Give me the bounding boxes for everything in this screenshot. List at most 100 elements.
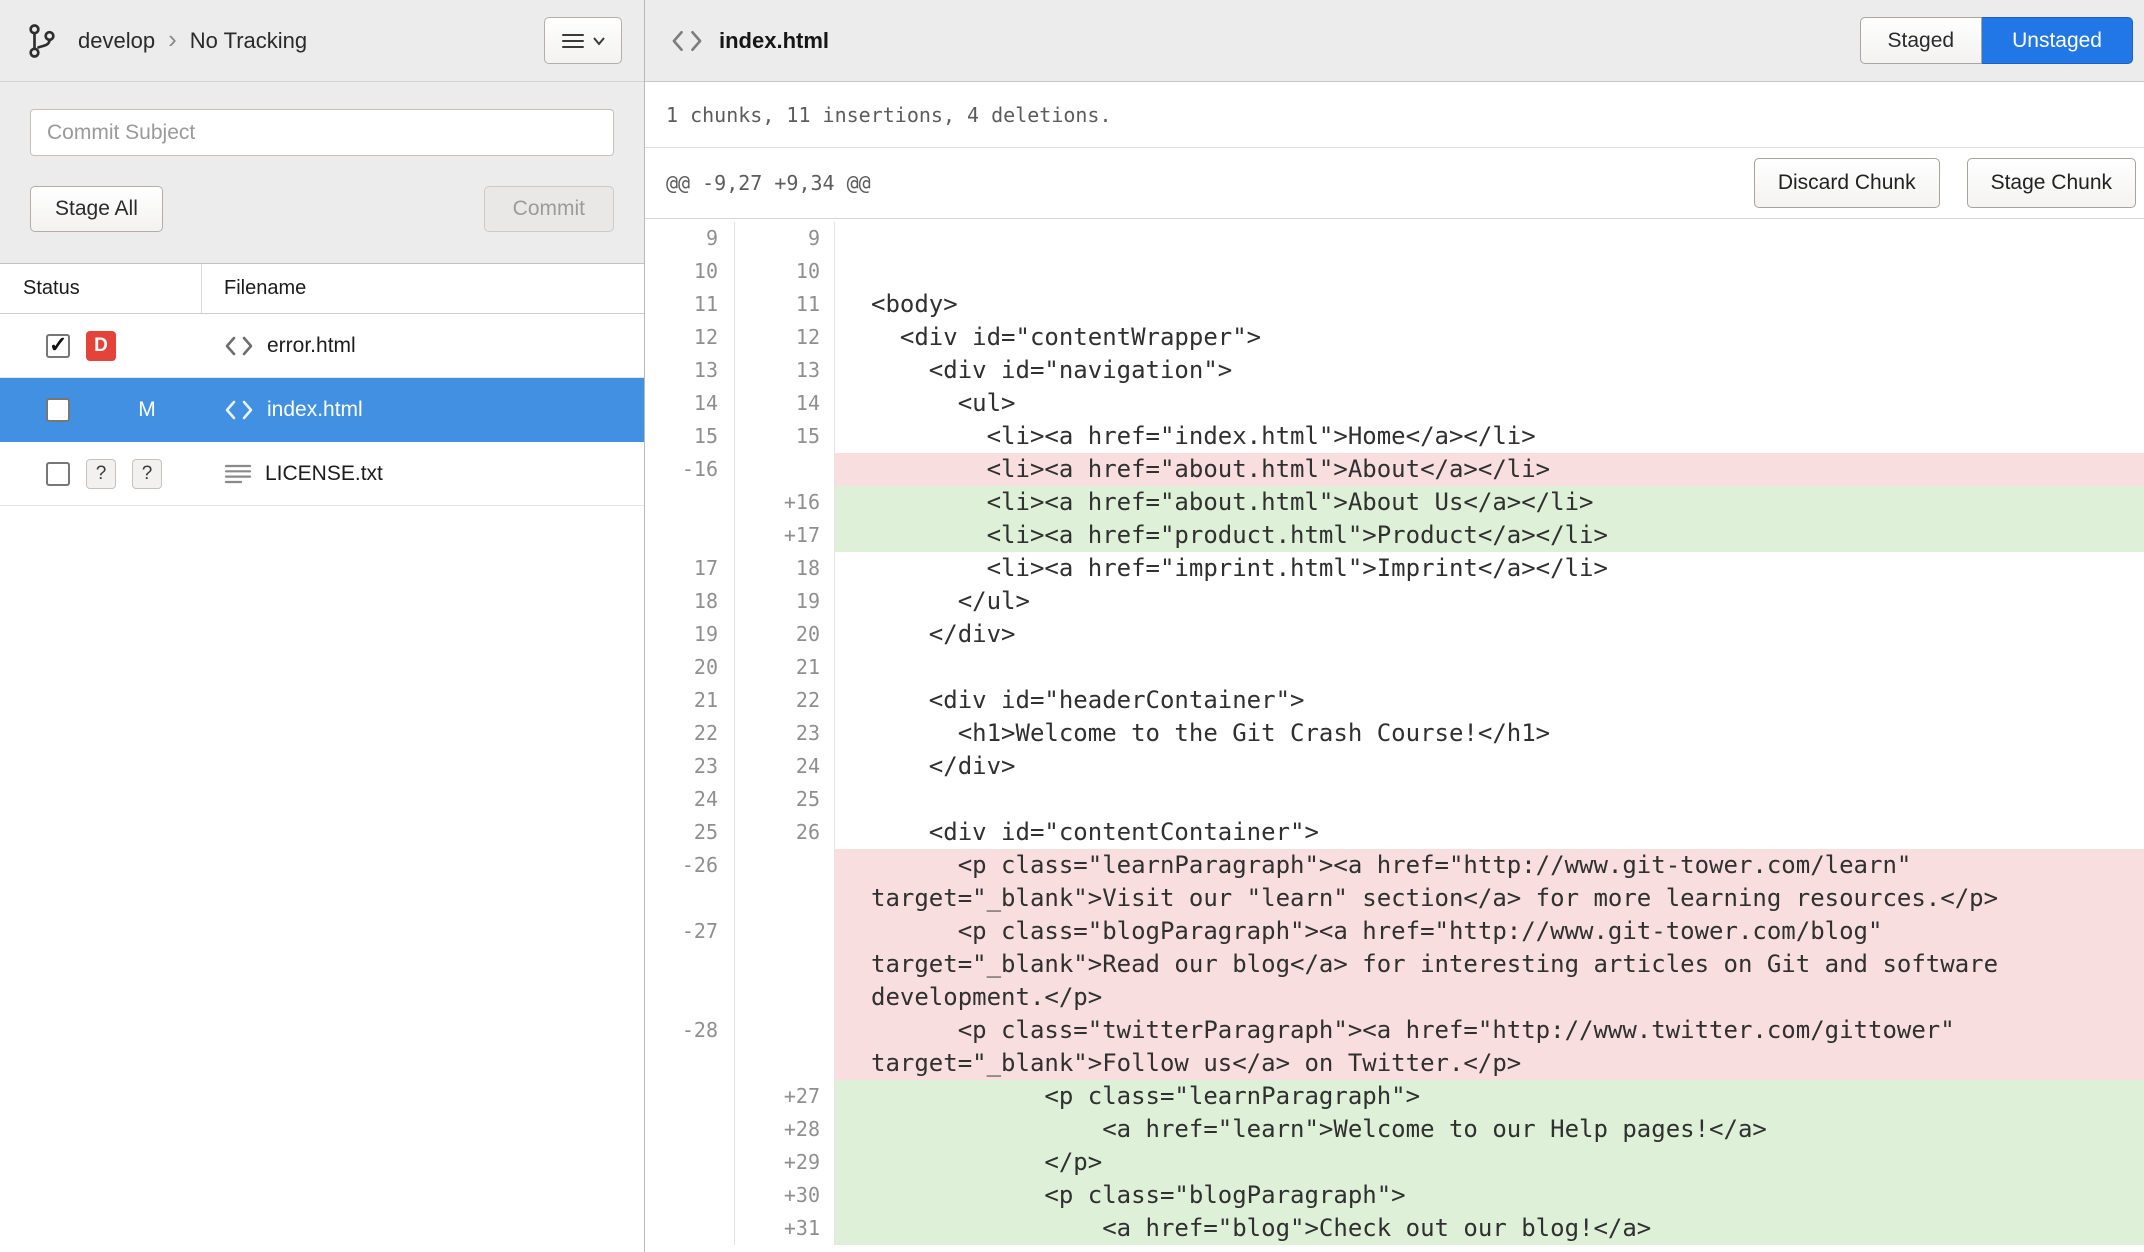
new-line-number bbox=[735, 948, 835, 981]
diff-line[interactable]: 14 14 <ul> bbox=[645, 387, 2144, 420]
new-line-number bbox=[735, 1047, 835, 1080]
diff-line[interactable]: +17 <li><a href="product.html">Product</… bbox=[645, 519, 2144, 552]
new-line-number: 21 bbox=[735, 651, 835, 684]
diff-line[interactable]: -28 <p class="twitterParagraph"><a href=… bbox=[645, 1014, 2144, 1047]
old-line-number bbox=[645, 948, 735, 981]
old-line-number: 25 bbox=[645, 816, 735, 849]
diff-line-code: <div id="headerContainer"> bbox=[835, 684, 2144, 717]
diff-line[interactable]: -27 <p class="blogParagraph"><a href="ht… bbox=[645, 915, 2144, 948]
new-line-number: +27 bbox=[735, 1080, 835, 1113]
diff-line-code: <div id="contentContainer"> bbox=[835, 816, 2144, 849]
new-line-number: +29 bbox=[735, 1146, 835, 1179]
diff-line[interactable]: 24 25 bbox=[645, 783, 2144, 816]
diff-line[interactable]: development.</p> bbox=[645, 981, 2144, 1014]
old-line-number: 23 bbox=[645, 750, 735, 783]
diff-line[interactable]: 23 24 </div> bbox=[645, 750, 2144, 783]
old-line-number: -16 bbox=[645, 453, 735, 486]
chunk-range-label: @@ -9,27 +9,34 @@ bbox=[666, 171, 1727, 195]
diff-line[interactable]: 15 15 <li><a href="index.html">Home</a><… bbox=[645, 420, 2144, 453]
diff-line[interactable]: 11 11 <body> bbox=[645, 288, 2144, 321]
file-name-cell: error.html bbox=[202, 334, 644, 358]
diff-line[interactable]: +31 <a href="blog">Check out our blog!</… bbox=[645, 1212, 2144, 1245]
file-checkbox[interactable] bbox=[46, 334, 70, 358]
breadcrumb-separator-icon: › bbox=[168, 26, 177, 55]
file-row-license-txt[interactable]: ? ? LICENSE.txt bbox=[0, 442, 644, 506]
file-checkbox[interactable] bbox=[46, 462, 70, 486]
diff-line-code: development.</p> bbox=[835, 981, 2144, 1014]
commit-subject-input[interactable] bbox=[30, 109, 614, 156]
diff-line-code: target="_blank">Read our blog</a> for in… bbox=[835, 948, 2144, 981]
diff-line[interactable]: target="_blank">Read our blog</a> for in… bbox=[645, 948, 2144, 981]
new-line-number: +30 bbox=[735, 1179, 835, 1212]
diff-line-code: <ul> bbox=[835, 387, 2144, 420]
old-line-number bbox=[645, 981, 735, 1014]
diff-line-code: <p class="twitterParagraph"><a href="htt… bbox=[835, 1014, 2144, 1047]
filename-column-header: Filename bbox=[202, 264, 644, 313]
file-row-index-html[interactable]: M index.html bbox=[0, 378, 644, 442]
diff-line-code: <li><a href="index.html">Home</a></li> bbox=[835, 420, 2144, 453]
diff-line[interactable]: 19 20 </div> bbox=[645, 618, 2144, 651]
diff-line[interactable]: +28 <a href="learn">Welcome to our Help … bbox=[645, 1113, 2144, 1146]
app-window: develop › No Tracking bbox=[0, 0, 2144, 1252]
diff-pane: index.html Staged Unstaged 1 chunks, 11 … bbox=[645, 0, 2144, 1252]
stage-all-button[interactable]: Stage All bbox=[30, 186, 163, 232]
old-line-number bbox=[645, 1212, 735, 1245]
diff-line[interactable]: 20 21 bbox=[645, 651, 2144, 684]
branch-name: develop bbox=[78, 28, 155, 54]
diff-line-code: target="_blank">Follow us</a> on Twitter… bbox=[835, 1047, 2144, 1080]
diff-line[interactable]: +16 <li><a href="about.html">About Us</a… bbox=[645, 486, 2144, 519]
diff-file-title: index.html bbox=[719, 28, 1860, 54]
new-line-number: 10 bbox=[735, 255, 835, 288]
new-line-number: +31 bbox=[735, 1212, 835, 1245]
status-badge-untracked: ? bbox=[86, 459, 116, 489]
commit-button[interactable]: Commit bbox=[484, 186, 614, 232]
diff-line[interactable]: 13 13 <div id="navigation"> bbox=[645, 354, 2144, 387]
status-column-header: Status bbox=[0, 264, 202, 313]
old-line-number: 17 bbox=[645, 552, 735, 585]
unstaged-tab[interactable]: Unstaged bbox=[1982, 17, 2133, 64]
diff-line-code: <li><a href="about.html">About</a></li> bbox=[835, 453, 2144, 486]
sidebar-header: develop › No Tracking bbox=[0, 0, 644, 82]
new-line-number bbox=[735, 849, 835, 882]
diff-line[interactable]: 21 22 <div id="headerContainer"> bbox=[645, 684, 2144, 717]
diff-line[interactable]: +27 <p class="learnParagraph"> bbox=[645, 1080, 2144, 1113]
staged-unstaged-toggle: Staged Unstaged bbox=[1860, 17, 2133, 64]
diff-line[interactable]: +30 <p class="blogParagraph"> bbox=[645, 1179, 2144, 1212]
old-line-number bbox=[645, 882, 735, 915]
code-file-icon bbox=[224, 399, 254, 421]
diff-line[interactable]: 12 12 <div id="contentWrapper"> bbox=[645, 321, 2144, 354]
diff-line[interactable]: target="_blank">Follow us</a> on Twitter… bbox=[645, 1047, 2144, 1080]
diff-line[interactable]: 17 18 <li><a href="imprint.html">Imprint… bbox=[645, 552, 2144, 585]
diff-line-code: <body> bbox=[835, 288, 2144, 321]
diff-line[interactable]: 18 19 </ul> bbox=[645, 585, 2144, 618]
new-line-number bbox=[735, 915, 835, 948]
git-branch-icon bbox=[22, 21, 62, 61]
old-line-number: 15 bbox=[645, 420, 735, 453]
old-line-number bbox=[645, 1179, 735, 1212]
file-name: error.html bbox=[267, 334, 356, 358]
diff-stats: 1 chunks, 11 insertions, 4 deletions. bbox=[645, 82, 2144, 148]
diff-line[interactable]: 25 26 <div id="contentContainer"> bbox=[645, 816, 2144, 849]
diff-line[interactable]: target="_blank">Visit our "learn" sectio… bbox=[645, 882, 2144, 915]
file-checkbox[interactable] bbox=[46, 398, 70, 422]
diff-line-code: <a href="blog">Check out our blog!</a> bbox=[835, 1212, 2144, 1245]
diff-line[interactable]: 10 10 bbox=[645, 255, 2144, 288]
old-line-number bbox=[645, 486, 735, 519]
new-line-number: 25 bbox=[735, 783, 835, 816]
diff-line[interactable]: -26 <p class="learnParagraph"><a href="h… bbox=[645, 849, 2144, 882]
old-line-number: 11 bbox=[645, 288, 735, 321]
file-row-error-html[interactable]: D error.html bbox=[0, 314, 644, 378]
chevron-down-icon bbox=[592, 36, 606, 46]
stage-chunk-button[interactable]: Stage Chunk bbox=[1967, 158, 2136, 208]
file-status-cell: M bbox=[0, 395, 202, 425]
options-menu-button[interactable] bbox=[544, 17, 622, 64]
diff-line[interactable]: 22 23 <h1>Welcome to the Git Crash Cours… bbox=[645, 717, 2144, 750]
old-line-number: -28 bbox=[645, 1014, 735, 1047]
discard-chunk-button[interactable]: Discard Chunk bbox=[1754, 158, 1940, 208]
diff-line[interactable]: +29 </p> bbox=[645, 1146, 2144, 1179]
diff-line[interactable]: -16 <li><a href="about.html">About</a></… bbox=[645, 453, 2144, 486]
staged-tab[interactable]: Staged bbox=[1860, 17, 1983, 64]
diff-line[interactable]: 9 9 bbox=[645, 222, 2144, 255]
old-line-number: 18 bbox=[645, 585, 735, 618]
new-line-number: 26 bbox=[735, 816, 835, 849]
